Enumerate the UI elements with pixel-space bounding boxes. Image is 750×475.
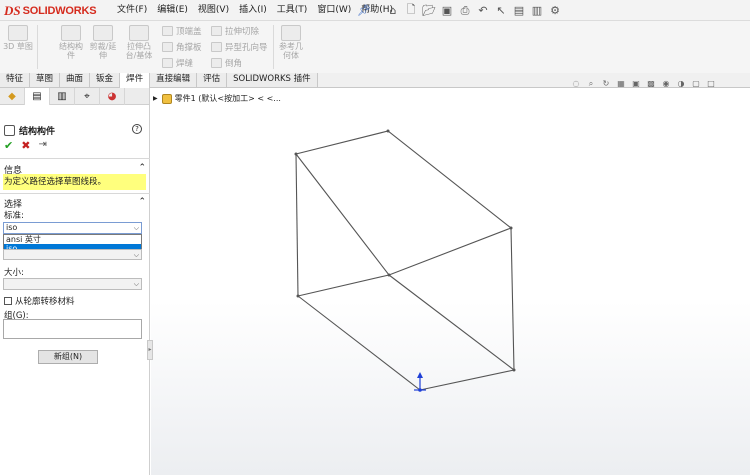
help-icon[interactable]: ?	[132, 124, 142, 134]
sketch-point[interactable]	[387, 273, 391, 277]
section-view-icon[interactable]: ▦	[615, 78, 627, 89]
info-message: 为定义路径选择草图线段。	[3, 174, 146, 190]
group-list[interactable]	[3, 319, 142, 339]
zoom-to-fit-icon[interactable]: ◌	[570, 78, 582, 89]
section-divider	[0, 193, 150, 194]
keep-visible-pin-icon[interactable]: ⇥	[38, 139, 46, 152]
heads-up-view-toolbar: ◌ ⌕ ↻ ▦ ▣ ▩ ◉ ◑ ▢ □	[570, 78, 717, 89]
checkbox-box[interactable]	[4, 297, 12, 305]
appearance-icon[interactable]: ◑	[675, 78, 687, 89]
selection-section-header[interactable]: 选择 ⌃	[4, 197, 146, 210]
standard-label: 标准:	[4, 211, 24, 221]
feature-tree-flyout[interactable]: ▶ 零件1 (默认<按加工> < <...	[153, 93, 281, 104]
property-manager-tab-icon[interactable]: ▤	[25, 88, 50, 105]
sketch-line-bottom-right[interactable]	[419, 369, 515, 391]
zoom-area-icon[interactable]: ⌕	[585, 78, 597, 89]
previous-view-icon[interactable]: ↻	[600, 78, 612, 89]
display-manager-tab-icon[interactable]: ◕	[100, 88, 125, 105]
chevron-down-icon[interactable]: ⌵	[134, 279, 139, 289]
transfer-material-checkbox[interactable]: 从轮廓转移材料	[4, 295, 75, 307]
chevron-down-icon[interactable]: ⌵	[134, 250, 139, 260]
sketch-line-bottom-front[interactable]	[297, 295, 421, 391]
section-divider	[0, 158, 150, 159]
sketch-point[interactable]	[512, 368, 516, 372]
expand-arrow-icon[interactable]: ▶	[153, 95, 158, 102]
view-orientation-icon[interactable]: ▣	[630, 78, 642, 89]
part-icon	[161, 93, 172, 104]
standard-select-value: iso	[6, 223, 18, 232]
hide-show-icon[interactable]: ◉	[660, 78, 672, 89]
configuration-manager-tab-icon[interactable]: ▥	[50, 88, 75, 105]
sketch-line-mid[interactable]	[297, 274, 390, 297]
profile-type-select[interactable]: ⌵	[3, 249, 142, 260]
ok-check-icon[interactable]: ✔	[4, 139, 13, 152]
sketch-line-left[interactable]	[295, 153, 299, 297]
feature-manager-tab-icon[interactable]: ◆	[0, 88, 25, 105]
size-select[interactable]: ⌵	[3, 278, 142, 290]
size-label: 大小:	[4, 268, 24, 278]
part-label: 零件1 (默认<按加工> < <...	[174, 94, 281, 103]
transfer-material-label: 从轮廓转移材料	[15, 297, 75, 307]
sketch-line-right[interactable]	[510, 227, 515, 371]
sketch-point[interactable]	[509, 226, 513, 230]
structural-member-title-icon	[4, 125, 15, 136]
standard-select[interactable]: iso ⌵	[3, 222, 142, 234]
view-settings-icon[interactable]: □	[705, 78, 717, 89]
panel-splitter-handle[interactable]: ▸	[147, 340, 153, 360]
sketch-line-diagonal[interactable]	[388, 274, 515, 371]
scene-icon[interactable]: ▢	[690, 78, 702, 89]
standard-option-ansi[interactable]: ansi 英寸	[4, 235, 141, 244]
sketch-point[interactable]	[294, 152, 298, 156]
panel-title-text: 结构构件	[19, 127, 56, 137]
dimxpert-tab-icon[interactable]: ⌖	[75, 88, 100, 105]
sketch-point[interactable]	[296, 294, 300, 298]
sketch-line-top-face[interactable]	[295, 130, 513, 276]
new-group-button[interactable]: 新组(N)	[38, 350, 98, 364]
chevron-down-icon[interactable]: ⌵	[134, 223, 139, 233]
display-style-icon[interactable]: ▩	[645, 78, 657, 89]
panel-title: 结构构件	[4, 124, 55, 137]
collapse-caret-icon[interactable]: ⌃	[138, 197, 146, 210]
panel-actions: ✔ ✖ ⇥	[4, 139, 47, 152]
panel-tabs: ◆ ▤ ▥ ⌖ ◕	[0, 88, 149, 105]
cancel-x-icon[interactable]: ✖	[21, 139, 30, 152]
sketch-point[interactable]	[386, 129, 390, 133]
